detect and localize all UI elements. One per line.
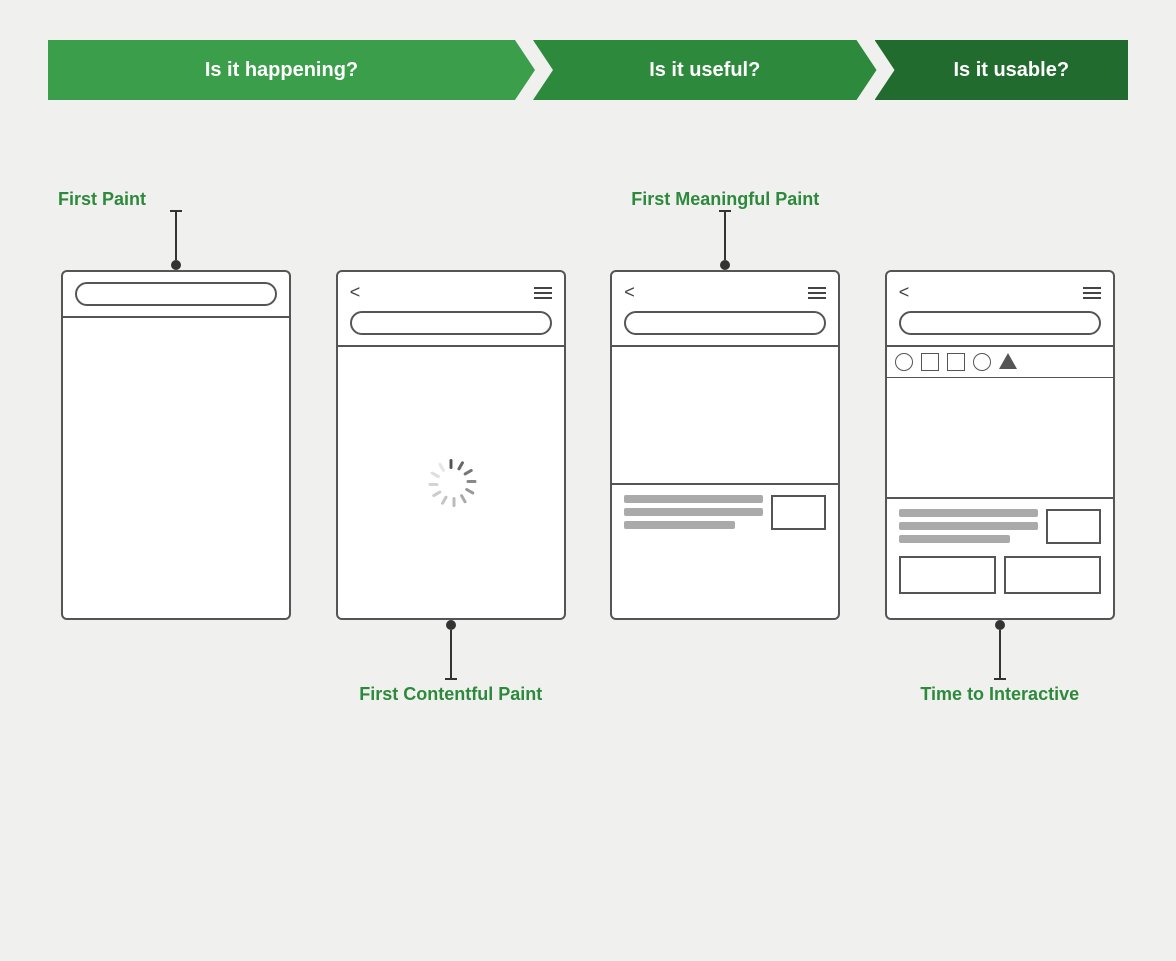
btn-wide-2 — [1004, 556, 1101, 594]
line-fmp — [724, 212, 726, 260]
phone-fmp-topbar: < — [624, 282, 826, 303]
ham-line-f — [1083, 297, 1101, 299]
phone-fcp: < — [336, 270, 566, 620]
label-fmp-above: First Meaningful Paint — [597, 160, 854, 210]
phone-tti-searchbar — [899, 311, 1101, 335]
tick-tti-below — [994, 678, 1006, 680]
text-line-c — [899, 535, 1010, 543]
phone-fmp-searchbar — [624, 311, 826, 335]
banner-segment-2: Is it useful? — [533, 40, 877, 100]
banner-label-1: Is it happening? — [205, 59, 358, 82]
label-fcp: First Contentful Paint — [359, 684, 542, 705]
text-line-2 — [624, 508, 763, 516]
tab-circle-1 — [895, 353, 913, 371]
dot-tti-below — [995, 620, 1005, 630]
btn-tti — [1046, 509, 1101, 544]
phone-fp-blank — [63, 318, 289, 618]
phone-tti-content — [887, 499, 1113, 618]
ham-line-1 — [534, 287, 552, 289]
phone-tti-header: < — [887, 272, 1113, 347]
ham-line-b — [808, 292, 826, 294]
ham-line-c — [808, 297, 826, 299]
dot-fcp-below — [446, 620, 456, 630]
phone-tti-image — [887, 378, 1113, 499]
col-fmp: First Meaningful Paint < — [597, 160, 854, 705]
col-fcp: < — [323, 160, 580, 705]
phone-fmp-content — [612, 485, 838, 618]
phone-tti-tabbar — [887, 347, 1113, 378]
tick-fcp-below — [445, 678, 457, 680]
tab-circle-2 — [973, 353, 991, 371]
hamburger-fcp — [534, 287, 552, 299]
phone-fcp-spinner — [338, 347, 564, 618]
banner-segment-1: Is it happening? — [48, 40, 535, 100]
tab-square-2 — [947, 353, 965, 371]
label-tti: Time to Interactive — [920, 684, 1079, 705]
phone-fmp: < — [610, 270, 840, 620]
connector-above-fp — [170, 210, 182, 270]
line-fcp-below — [450, 630, 452, 678]
btn-wide-1 — [899, 556, 996, 594]
label-first-paint: First Paint — [48, 160, 305, 210]
col-first-paint: First Paint — [48, 160, 305, 705]
phone-fp-searchbar — [75, 282, 277, 306]
connector-below-fcp — [445, 620, 457, 680]
ham-line-a — [808, 287, 826, 289]
text-lines-tti — [899, 509, 1038, 543]
banner-segment-3: Is it usable? — [875, 40, 1128, 100]
back-icon-fmp: < — [624, 282, 635, 303]
diagram-wrapper: First Paint < — [48, 160, 1128, 705]
col-tti: < — [872, 160, 1129, 705]
banner-label-2: Is it useful? — [649, 59, 760, 82]
phone-fmp-body — [612, 347, 838, 618]
text-line-b — [899, 522, 1038, 530]
connector-below-tti — [994, 620, 1006, 680]
hamburger-fmp — [808, 287, 826, 299]
text-lines-fmp — [624, 495, 763, 529]
dot-fmp — [720, 260, 730, 270]
text-line-a — [899, 509, 1038, 517]
content-row-tti — [899, 509, 1101, 544]
ham-line-e — [1083, 292, 1101, 294]
hamburger-tti — [1083, 287, 1101, 299]
phone-tti-body — [887, 378, 1113, 618]
btn-fmp — [771, 495, 826, 530]
back-icon-tti: < — [899, 282, 910, 303]
phone-fcp-searchbar — [350, 311, 552, 335]
arrow-banner: Is it happening? Is it useful? Is it usa… — [48, 40, 1128, 100]
phone-fmp-image — [612, 347, 838, 485]
dot-fp — [171, 260, 181, 270]
spinner-icon — [427, 459, 475, 507]
button-row-tti — [899, 556, 1101, 594]
banner-label-3: Is it usable? — [953, 59, 1069, 82]
line-fp — [175, 212, 177, 260]
phone-first-paint — [61, 270, 291, 620]
content-row-fmp — [624, 495, 826, 530]
text-line-3 — [624, 521, 735, 529]
text-line-1 — [624, 495, 763, 503]
phone-tti: < — [885, 270, 1115, 620]
tab-square-1 — [921, 353, 939, 371]
phone-fcp-header: < — [338, 272, 564, 347]
phone-fmp-header: < — [612, 272, 838, 347]
phone-tti-topbar: < — [899, 282, 1101, 303]
phone-fp-header — [63, 272, 289, 318]
ham-line-d — [1083, 287, 1101, 289]
back-icon-fcp: < — [350, 282, 361, 303]
line-tti-below — [999, 630, 1001, 678]
ham-line-2 — [534, 292, 552, 294]
ham-line-3 — [534, 297, 552, 299]
phone-fcp-topbar: < — [350, 282, 552, 303]
connector-above-fmp — [719, 210, 731, 270]
tab-triangle — [999, 353, 1017, 369]
